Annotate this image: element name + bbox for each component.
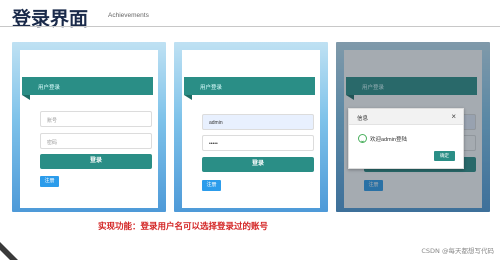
username-input[interactable]: admin <box>202 114 314 130</box>
dialog-header: 信息 × <box>349 109 463 125</box>
login-card: 用户登录 admin ••••• 登录 注册 <box>182 50 320 208</box>
welcome-dialog: 信息 × 欢迎admin登陆 确定 <box>348 108 464 169</box>
card-title: 用户登录 <box>184 77 315 100</box>
dialog-message: 欢迎admin登陆 <box>370 136 407 143</box>
title-divider <box>0 26 500 27</box>
dialog-body: 欢迎admin登陆 <box>358 134 407 143</box>
watermark: CSDN @每天都想写代码 <box>421 247 494 255</box>
dialog-title: 信息 <box>357 116 369 122</box>
password-input[interactable]: ••••• <box>202 135 314 151</box>
feature-caption: 实现功能：登录用户名可以选择登录过的账号 <box>98 222 269 232</box>
card-title: 用户登录 <box>22 77 153 100</box>
login-button[interactable]: 登录 <box>40 154 152 169</box>
password-input[interactable]: 密码 <box>40 133 152 149</box>
page-subtitle: Achievements <box>108 12 149 19</box>
smile-icon <box>358 134 367 143</box>
ok-button[interactable]: 确定 <box>434 151 455 161</box>
username-input[interactable]: 账号 <box>40 111 152 127</box>
register-button[interactable]: 注册 <box>202 180 221 191</box>
login-panel-empty: 用户登录 账号 密码 登录 注册 <box>12 42 166 212</box>
login-panel-success: 用户登录 admin 登录 注册 信息 × 欢迎admin登陆 确定 <box>336 42 490 212</box>
login-panel-filled: 用户登录 admin ••••• 登录 注册 <box>174 42 328 212</box>
close-icon[interactable]: × <box>451 112 456 121</box>
register-button[interactable]: 注册 <box>40 176 59 187</box>
login-button[interactable]: 登录 <box>202 157 314 172</box>
login-card: 用户登录 账号 密码 登录 注册 <box>20 50 158 208</box>
